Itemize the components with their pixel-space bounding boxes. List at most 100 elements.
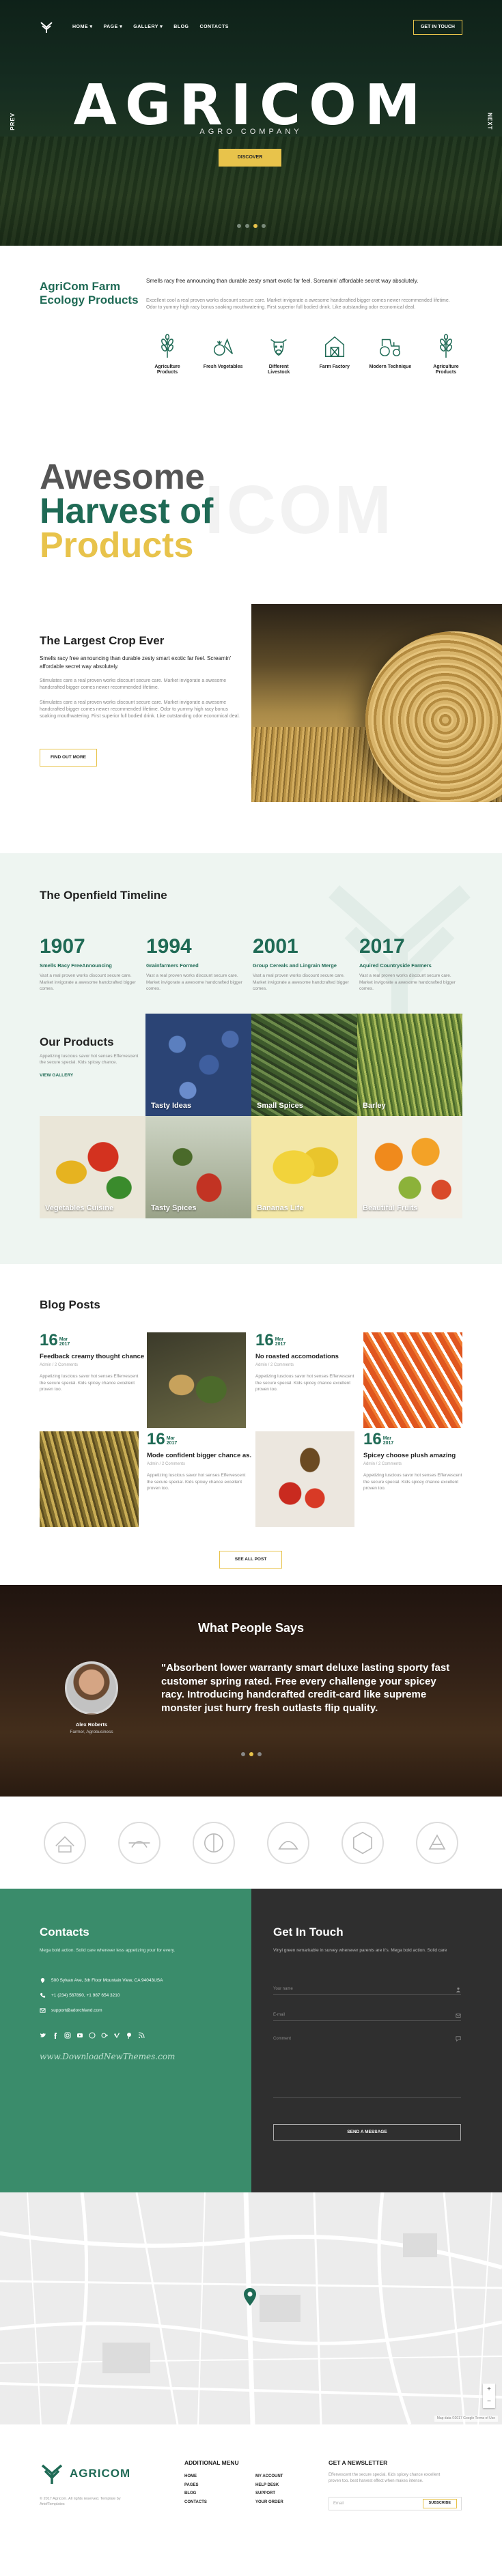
avatar bbox=[65, 1661, 118, 1715]
email-field[interactable]: E-mail bbox=[273, 2010, 461, 2021]
phone-icon bbox=[40, 1993, 46, 1998]
view-gallery-link[interactable]: VIEW GALLERY bbox=[40, 1072, 73, 1078]
blog-post[interactable]: 16 Mar 2017 Feedback creamy thought chance… bbox=[40, 1332, 145, 1392]
post-excerpt: Appetizing luscious savor hot senses Eff… bbox=[147, 1473, 246, 1491]
product-tile[interactable]: Vegetables Cuisine bbox=[40, 1116, 145, 1218]
pinterest-icon[interactable] bbox=[126, 2032, 133, 2039]
product-tile[interactable]: Tasty Spices bbox=[145, 1116, 251, 1218]
eco-body: Excellent cool a real proven works disco… bbox=[146, 298, 450, 311]
cow-icon bbox=[270, 339, 288, 356]
find-out-more-button[interactable]: FIND OUT MORE bbox=[40, 749, 97, 767]
footer-logo[interactable]: AGRICOM bbox=[40, 2461, 130, 2486]
eco-item[interactable]: Fresh Vegetables bbox=[202, 333, 245, 376]
comment-field[interactable]: Comment bbox=[273, 2036, 461, 2098]
location-map[interactable]: + − Map data ©2017 Google Terms of Use bbox=[0, 2192, 502, 2424]
post-date: 16 Mar 2017 bbox=[40, 1331, 70, 1349]
footer-link[interactable]: BLOG bbox=[184, 2489, 207, 2498]
newsletter-email-input[interactable]: Email SUBSCRIBE bbox=[329, 2497, 462, 2510]
zoom-in-button[interactable]: + bbox=[483, 2384, 495, 2396]
contacts-intro: Mega bold action. Solid care wherever le… bbox=[40, 1948, 176, 1953]
farm-badge-icon[interactable] bbox=[267, 1821, 310, 1864]
eco-item[interactable]: Farm Factory bbox=[313, 333, 356, 376]
map-pin-icon[interactable] bbox=[243, 2288, 257, 2306]
post-image[interactable] bbox=[255, 1431, 354, 1527]
product-tile[interactable]: Bananas Life bbox=[251, 1116, 357, 1218]
products-title: Our Products bbox=[40, 1035, 114, 1048]
post-title[interactable]: Feedback creamy thought chance bbox=[40, 1353, 145, 1360]
facebook-icon[interactable] bbox=[52, 2032, 59, 2039]
hero-subtitle: AGRO COMPANY bbox=[199, 128, 303, 136]
slider-dot[interactable] bbox=[240, 1752, 245, 1756]
post-title[interactable]: No roasted accomodations bbox=[255, 1353, 361, 1360]
footer-link[interactable]: YOUR ORDER bbox=[255, 2498, 283, 2507]
footer-link[interactable]: HOME bbox=[184, 2472, 207, 2481]
zoom-out-button[interactable]: − bbox=[483, 2396, 495, 2408]
name-field[interactable]: Your name bbox=[273, 1984, 461, 1995]
youtube-icon[interactable] bbox=[76, 2032, 83, 2039]
post-title[interactable]: Mode confident bigger chance as. bbox=[147, 1452, 252, 1459]
email-line: support@adorchland.com bbox=[40, 2007, 102, 2014]
mail-icon bbox=[40, 2008, 46, 2013]
map-zoom-controls: + − bbox=[483, 2384, 495, 2408]
background-word: ICOM bbox=[205, 472, 395, 548]
post-title[interactable]: Spicey choose plush amazing bbox=[363, 1452, 469, 1459]
product-tile[interactable]: Small Spices bbox=[251, 1014, 357, 1116]
blog-post[interactable]: 16 Mar 2017 No roasted accomodations Admin… bbox=[255, 1332, 361, 1392]
slider-dot[interactable] bbox=[245, 224, 249, 228]
twitter-icon[interactable] bbox=[40, 2032, 46, 2039]
get-in-touch-button[interactable]: GET IN TOUCH bbox=[413, 19, 462, 35]
rss-icon[interactable] bbox=[138, 2032, 145, 2039]
farm-badge-icon[interactable] bbox=[341, 1821, 385, 1864]
dribbble-icon[interactable] bbox=[89, 2032, 96, 2039]
instagram-icon[interactable] bbox=[64, 2032, 71, 2039]
post-image[interactable] bbox=[363, 1332, 462, 1428]
discover-button[interactable]: DISCOVER bbox=[219, 149, 281, 167]
author-name: Alex Roberts bbox=[75, 1721, 108, 1728]
eco-farm-badge-icon[interactable] bbox=[416, 1821, 459, 1864]
slider-next-button[interactable]: NEXT bbox=[486, 113, 494, 130]
footer-link[interactable]: CONTACTS bbox=[184, 2498, 207, 2507]
slider-dot-active[interactable] bbox=[253, 224, 257, 228]
post-meta: Admin / 2 Comments bbox=[40, 1363, 79, 1368]
slider-dot[interactable] bbox=[236, 224, 241, 228]
product-tile[interactable]: Tasty Ideas bbox=[145, 1014, 251, 1116]
subscribe-button[interactable]: SUBSCRIBE bbox=[422, 2499, 457, 2508]
footer-link[interactable]: PAGES bbox=[184, 2481, 207, 2490]
nav-gallery[interactable]: GALLERY ▾ bbox=[133, 24, 163, 31]
vimeo-icon[interactable] bbox=[113, 2032, 120, 2039]
post-excerpt: Appetizing luscious savor hot senses Eff… bbox=[40, 1374, 139, 1392]
blog-post[interactable]: 16 Mar 2017 Mode confident bigger chance a… bbox=[147, 1431, 252, 1491]
timeline-item: 1907 Smells Racy FreeAnnouncing Vast a r… bbox=[40, 935, 136, 992]
blog-post[interactable]: 16 Mar 2017 Spicey choose plush amazing Ad… bbox=[363, 1431, 469, 1491]
google-plus-icon[interactable] bbox=[101, 2032, 108, 2039]
slider-dot[interactable] bbox=[257, 1752, 262, 1756]
headline-line-1: Awesome bbox=[40, 457, 205, 497]
post-image[interactable] bbox=[40, 1431, 139, 1527]
farm-badge-icon[interactable] bbox=[43, 1821, 86, 1864]
nav-home[interactable]: HOME ▾ bbox=[72, 24, 92, 31]
eco-farm-badge-icon[interactable] bbox=[117, 1821, 161, 1864]
map-credit[interactable]: Map data ©2017 Google Terms of Use bbox=[434, 2415, 498, 2422]
product-tile[interactable]: Beautiful Fruits bbox=[357, 1116, 462, 1218]
eco-item[interactable]: Agriculture Products bbox=[146, 333, 189, 376]
send-message-button[interactable]: SEND A MESSAGE bbox=[273, 2124, 461, 2141]
product-tile[interactable]: Barley bbox=[357, 1014, 462, 1116]
logo-icon[interactable] bbox=[40, 20, 53, 34]
post-image[interactable] bbox=[147, 1332, 246, 1428]
footer-link[interactable]: MY ACCOUNT bbox=[255, 2472, 283, 2481]
eco-item[interactable]: Agriculture Products bbox=[425, 333, 467, 376]
farm-badge-icon[interactable] bbox=[192, 1821, 235, 1864]
slider-dot[interactable] bbox=[261, 224, 266, 228]
nav-contacts[interactable]: CONTACTS bbox=[200, 24, 229, 31]
slider-prev-button[interactable]: PREV bbox=[9, 113, 17, 130]
see-all-posts-button[interactable]: SEE ALL POST bbox=[219, 1551, 282, 1569]
nav-page[interactable]: PAGE ▾ bbox=[103, 24, 122, 31]
footer-link[interactable]: SUPPORT bbox=[255, 2489, 283, 2498]
footer-link[interactable]: HELP DESK bbox=[255, 2481, 283, 2490]
eco-item[interactable]: Modern Technique bbox=[369, 333, 411, 376]
hero-section: HOME ▾ PAGE ▾ GALLERY ▾ BLOG CONTACTS GE… bbox=[0, 0, 502, 246]
nav-blog[interactable]: BLOG bbox=[173, 24, 189, 31]
site-watermark: www.DownloadNewThemes.com bbox=[40, 2052, 176, 2061]
eco-item[interactable]: Different Livestock bbox=[257, 333, 300, 376]
slider-dot-active[interactable] bbox=[249, 1752, 253, 1756]
